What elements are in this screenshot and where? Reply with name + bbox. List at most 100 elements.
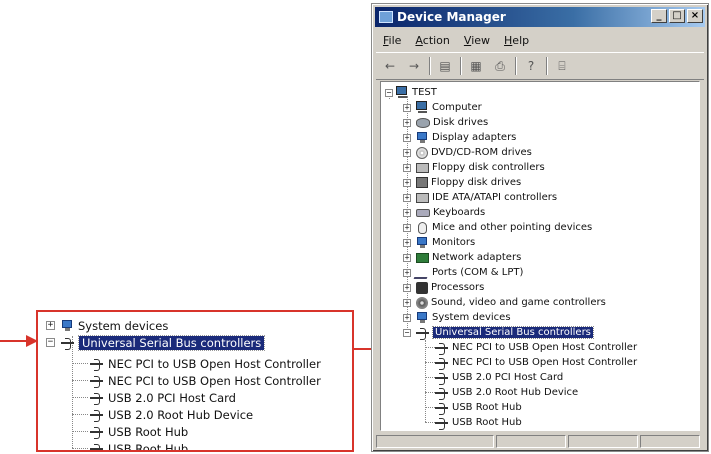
usb-device-item[interactable]: USB 2.0 PCI Host Card — [435, 370, 563, 385]
expand-icon[interactable]: + — [403, 163, 411, 172]
tree-category-label: Processors — [431, 282, 485, 293]
display-adapter-icon — [416, 131, 429, 144]
expand-icon[interactable]: + — [403, 118, 411, 127]
zoom-usb-child[interactable]: USB Root Hub — [90, 423, 188, 440]
tree-category-processors[interactable]: + Processors — [403, 280, 484, 295]
menu-action[interactable]: Action — [408, 32, 456, 50]
properties-icon[interactable]: ▦ — [466, 57, 486, 75]
port-icon — [413, 266, 432, 279]
print-icon[interactable]: ⎙ — [490, 57, 510, 75]
usb-device-label: NEC PCI to USB Open Host Controller — [452, 342, 638, 353]
usb-icon — [61, 337, 75, 350]
expand-icon[interactable]: + — [403, 313, 411, 322]
tree-category-sound[interactable]: + Sound, video and game controllers — [403, 295, 606, 310]
back-arrow-icon[interactable]: ← — [380, 57, 400, 75]
device-manager-app-icon — [379, 11, 393, 23]
zoom-usb-child-label: USB Root Hub — [108, 424, 189, 439]
tree-category-computer[interactable]: + Computer — [403, 100, 482, 115]
tree-connector — [425, 392, 435, 393]
tree-root-test[interactable]: − TEST — [385, 85, 437, 100]
tree-connector — [72, 397, 88, 398]
tree-category-ide-controllers[interactable]: + IDE ATA/ATAPI controllers — [403, 190, 557, 205]
device-tree[interactable]: − TEST + Computer + Disk drives + Displa… — [380, 81, 700, 431]
tree-category-label: Network adapters — [432, 252, 522, 263]
close-button[interactable]: × — [687, 9, 703, 23]
expand-icon[interactable]: + — [403, 223, 411, 232]
zoom-usb-child-label: NEC PCI to USB Open Host Controller — [108, 373, 321, 388]
tree-category-mice[interactable]: + Mice and other pointing devices — [403, 220, 592, 235]
usb-device-item[interactable]: USB 2.0 Root Hub Device — [435, 385, 578, 400]
ide-controller-icon — [416, 192, 429, 203]
toolbar-separator — [429, 57, 431, 75]
usb-device-item[interactable]: USB Root Hub — [435, 400, 522, 415]
tree-category-label: Disk drives — [433, 117, 489, 128]
tree-category-system-devices[interactable]: + System devices — [403, 310, 511, 325]
expand-icon[interactable]: + — [403, 103, 411, 112]
collapse-icon[interactable]: − — [46, 338, 55, 347]
expand-icon[interactable]: + — [403, 193, 411, 202]
expand-icon[interactable]: + — [403, 298, 411, 307]
expand-icon[interactable]: + — [403, 148, 411, 157]
usb-device-label: USB Root Hub — [452, 402, 522, 413]
zoom-usb-child-label: USB Root Hub — [108, 441, 189, 452]
tree-category-disk-drives[interactable]: + Disk drives — [403, 115, 488, 130]
expand-icon[interactable]: + — [403, 268, 411, 277]
usb-icon — [435, 387, 449, 400]
usb-device-item[interactable]: USB Root Hub — [435, 415, 522, 430]
tree-category-keyboards[interactable]: + Keyboards — [403, 205, 485, 220]
collapse-icon[interactable]: − — [385, 88, 393, 97]
tree-category-usb-controllers[interactable]: − Universal Serial Bus controllers — [403, 325, 594, 340]
tree-connector — [72, 363, 88, 364]
toolbar: ← → ▤ ▦ ⎙ ? ⌸ — [376, 52, 704, 80]
tree-category-label: Display adapters — [432, 132, 517, 143]
computer-root-icon — [396, 86, 409, 99]
help-icon[interactable]: ? — [521, 57, 541, 75]
minimize-button[interactable]: _ — [651, 9, 667, 23]
scan-hardware-icon[interactable]: ⌸ — [552, 57, 572, 75]
zoom-usb-child[interactable]: USB Root Hub — [90, 440, 189, 452]
expand-icon[interactable]: + — [46, 321, 55, 330]
tree-category-label: IDE ATA/ATAPI controllers — [432, 192, 558, 203]
forward-arrow-icon[interactable]: → — [404, 57, 424, 75]
tree-category-label: Mice and other pointing devices — [432, 222, 593, 233]
expand-icon[interactable]: + — [403, 133, 411, 142]
tree-category-floppy-drives[interactable]: + Floppy disk drives — [403, 175, 521, 190]
usb-device-label: USB 2.0 Root Hub Device — [452, 387, 579, 398]
maximize-button[interactable]: □ — [669, 9, 685, 23]
tree-category-label: System devices — [432, 312, 511, 323]
menu-bar: File Action View Help — [376, 32, 536, 50]
usb-device-item[interactable]: NEC PCI to USB Open Host Controller — [435, 355, 637, 370]
status-pane — [568, 435, 638, 448]
usb-icon — [435, 357, 449, 370]
show-hide-tree-icon[interactable]: ▤ — [435, 57, 455, 75]
expand-icon[interactable]: + — [403, 178, 411, 187]
usb-icon — [90, 409, 104, 422]
expand-icon[interactable]: + — [403, 208, 411, 217]
expand-icon[interactable]: + — [403, 283, 411, 292]
menu-help[interactable]: Help — [497, 32, 536, 50]
tree-category-label: Floppy disk controllers — [432, 162, 545, 173]
tree-connector — [72, 448, 88, 449]
tree-category-network-adapters[interactable]: + Network adapters — [403, 250, 521, 265]
menu-file[interactable]: File — [376, 32, 408, 50]
tree-category-display-adapters[interactable]: + Display adapters — [403, 130, 516, 145]
zoom-usb-child[interactable]: NEC PCI to USB Open Host Controller — [90, 372, 321, 389]
zoom-row-system-devices[interactable]: + System devices — [46, 317, 168, 334]
tree-category-ports[interactable]: + Ports (COM & LPT) — [403, 265, 523, 280]
zoom-usb-child[interactable]: NEC PCI to USB Open Host Controller — [90, 355, 321, 372]
menu-view[interactable]: View — [457, 32, 497, 50]
status-bar — [376, 435, 704, 449]
title-bar[interactable]: Device Manager _ □ × — [375, 7, 705, 27]
expand-icon[interactable]: + — [403, 253, 411, 262]
collapse-icon[interactable]: − — [403, 328, 411, 337]
zoom-usb-child[interactable]: USB 2.0 PCI Host Card — [90, 389, 236, 406]
tree-category-monitors[interactable]: + Monitors — [403, 235, 475, 250]
zoom-usb-child[interactable]: USB 2.0 Root Hub Device — [90, 406, 253, 423]
expand-icon[interactable]: + — [403, 238, 411, 247]
tree-category-dvd-drives[interactable]: + DVD/CD-ROM drives — [403, 145, 532, 160]
zoom-row-usb-controllers[interactable]: − Universal Serial Bus controllers — [46, 334, 266, 351]
tree-category-floppy-controllers[interactable]: + Floppy disk controllers — [403, 160, 545, 175]
usb-device-item[interactable]: NEC PCI to USB Open Host Controller — [435, 340, 637, 355]
mouse-icon — [418, 221, 427, 234]
zoom-usb-child-label: USB 2.0 PCI Host Card — [108, 390, 236, 405]
